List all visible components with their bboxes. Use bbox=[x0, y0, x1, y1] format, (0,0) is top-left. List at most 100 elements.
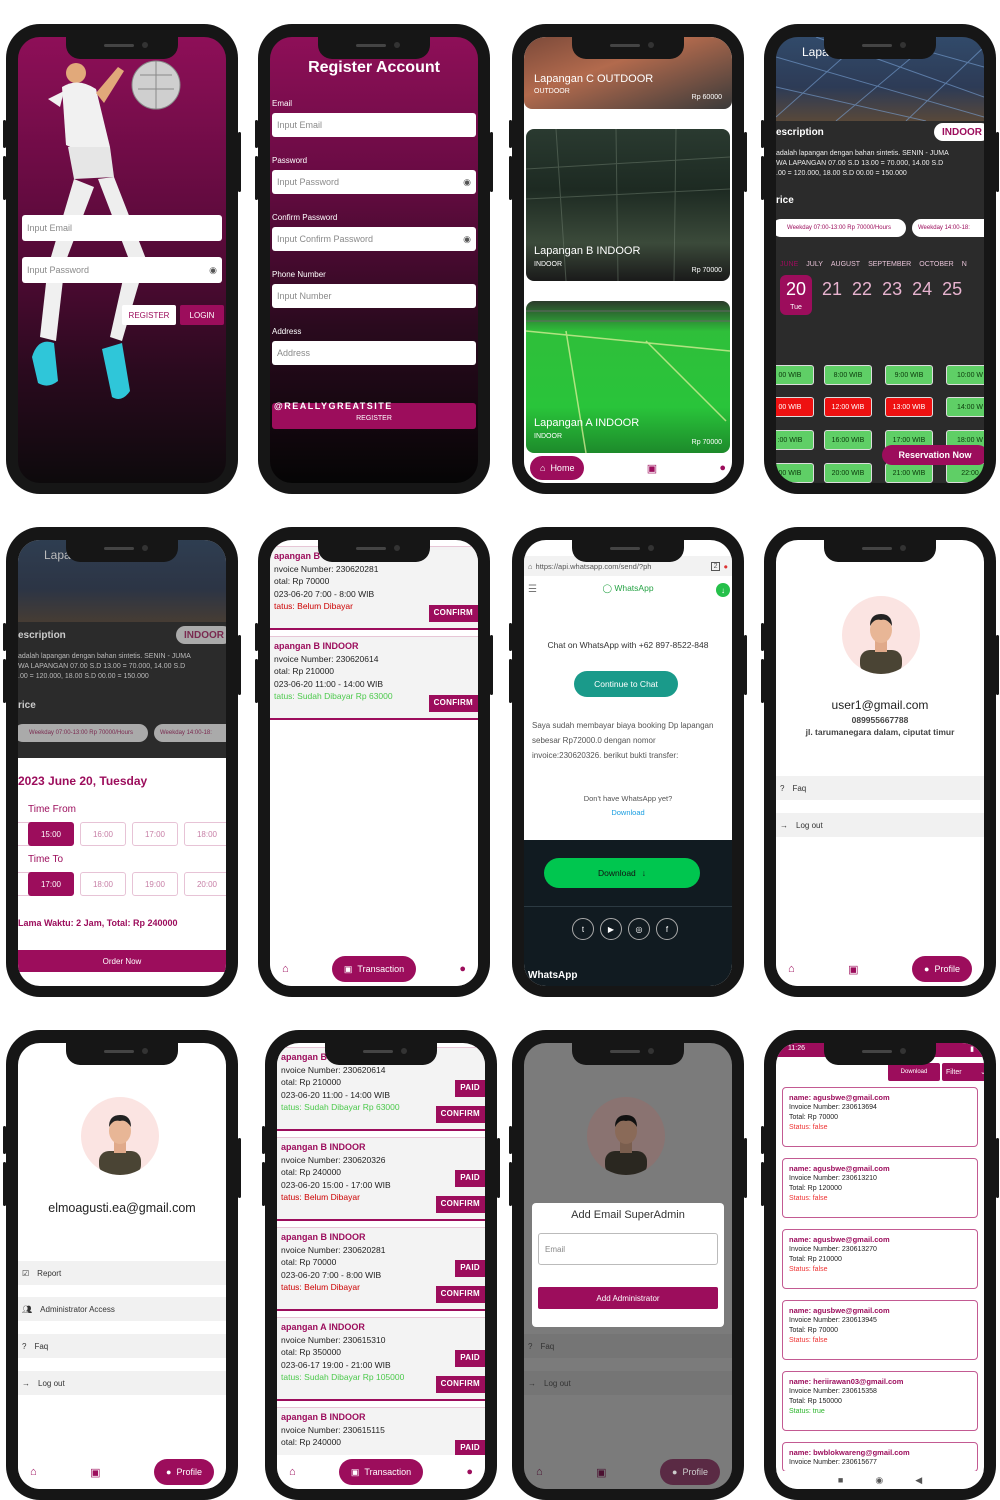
slot[interactable]: 22:00 bbox=[946, 463, 984, 483]
slot[interactable]: :00 WIB bbox=[776, 430, 814, 450]
confirm-button[interactable]: CONFIRM bbox=[435, 1286, 485, 1303]
time-option[interactable]: 19:00 bbox=[132, 872, 178, 896]
slot[interactable]: 00 WIB bbox=[776, 365, 814, 385]
nav-home[interactable]: ⌂ Home bbox=[530, 456, 585, 480]
confirm-button[interactable]: CONFIRM bbox=[435, 1196, 485, 1213]
instagram-icon[interactable]: ◎ bbox=[628, 918, 650, 940]
paid-button[interactable]: PAID bbox=[455, 1350, 485, 1367]
month-selector[interactable]: JUNE JULY AUGUST SEPTEMBER OCTOBER N bbox=[780, 261, 967, 268]
time-option[interactable]: 18:00 bbox=[184, 822, 226, 846]
month[interactable]: JULY bbox=[806, 261, 823, 268]
date[interactable]: 22 bbox=[852, 279, 872, 300]
nav-profile[interactable]: ● Profile bbox=[912, 956, 972, 982]
date[interactable]: 24 bbox=[912, 279, 932, 300]
menu-faq[interactable]: ? Faq bbox=[776, 776, 984, 800]
transaction-item[interactable]: apangan B INDOOR nvoice Number: 23062032… bbox=[277, 1137, 485, 1221]
phone-input[interactable]: Input Number bbox=[272, 284, 476, 308]
continue-to-chat-button[interactable]: Continue to Chat bbox=[574, 671, 678, 697]
slot[interactable]: 9:00 WIB bbox=[885, 365, 933, 385]
time-option-selected[interactable]: 15:00 bbox=[28, 822, 74, 846]
time-option[interactable]: 20:00 bbox=[184, 872, 226, 896]
url-field[interactable]: https://api.whatsapp.com/send/?ph bbox=[536, 562, 708, 571]
date[interactable]: 20 bbox=[780, 279, 812, 300]
order-now-button[interactable]: Order Now bbox=[18, 950, 226, 972]
download-button[interactable]: Download bbox=[888, 1063, 940, 1081]
home-icon[interactable]: ⌂ bbox=[528, 562, 533, 571]
menu-admin-access[interactable]: 👥︎ Administrator Access bbox=[18, 1297, 226, 1321]
report-card[interactable]: name: agusbwe@gmail.com Invoice Number: … bbox=[782, 1300, 978, 1360]
filter-dropdown[interactable]: Filter ⌄ bbox=[942, 1063, 984, 1081]
report-card[interactable]: name: bwblokwareng@gmail.com Invoice Num… bbox=[782, 1442, 978, 1472]
slot[interactable]: 21:00 WIB bbox=[885, 463, 933, 483]
field-card[interactable]: Lapangan A INDOOR INDOOR Rp 70000 bbox=[526, 301, 730, 453]
confirm-password-input[interactable]: Input Confirm Password ◉ bbox=[272, 227, 476, 251]
email-input[interactable]: Input Email bbox=[22, 215, 222, 241]
youtube-icon[interactable]: ▶ bbox=[600, 918, 622, 940]
eye-off-icon[interactable]: ◉ bbox=[209, 265, 217, 276]
date[interactable]: 23 bbox=[882, 279, 902, 300]
date[interactable]: 21 bbox=[822, 279, 842, 300]
paid-button[interactable]: PAID bbox=[455, 1170, 485, 1187]
back-icon[interactable]: ◀ bbox=[915, 1475, 922, 1486]
transaction-icon[interactable]: ▣ bbox=[90, 1466, 100, 1479]
time-option[interactable]: 16:00 bbox=[80, 822, 126, 846]
transaction-icon[interactable]: ▣ bbox=[848, 963, 858, 976]
more-icon[interactable]: ● bbox=[723, 562, 728, 571]
date[interactable]: 25 bbox=[942, 279, 962, 300]
address-input[interactable]: Address bbox=[272, 341, 476, 365]
home-icon[interactable]: ⌂ bbox=[30, 1466, 37, 1478]
profile-icon[interactable]: ● bbox=[459, 963, 466, 975]
profile-icon[interactable]: ● bbox=[719, 462, 726, 474]
confirm-button[interactable]: CONFIRM bbox=[435, 1106, 485, 1123]
recents-icon[interactable]: ■ bbox=[838, 1475, 843, 1485]
report-card[interactable]: name: agusbwe@gmail.com Invoice Number: … bbox=[782, 1229, 978, 1289]
download-link[interactable]: Download bbox=[524, 808, 732, 817]
paid-button[interactable]: PAID bbox=[455, 1080, 485, 1097]
download-icon[interactable]: ↓ bbox=[716, 583, 730, 597]
tabs-count[interactable]: 2 bbox=[710, 561, 721, 571]
confirm-button[interactable]: CONFIRM bbox=[428, 695, 478, 712]
confirm-button[interactable]: CONFIRM bbox=[435, 1376, 485, 1393]
paid-button[interactable]: PAID bbox=[455, 1260, 485, 1277]
report-card[interactable]: name: agusbwe@gmail.com Invoice Number: … bbox=[782, 1158, 978, 1218]
twitter-icon[interactable]: t bbox=[572, 918, 594, 940]
home-icon[interactable]: ⌂ bbox=[282, 963, 289, 975]
slot[interactable]: 16:00 WIB bbox=[824, 430, 872, 450]
slot[interactable]: 20:00 WIB bbox=[824, 463, 872, 483]
transaction-item[interactable]: apangan B INDOOR nvoice Number: 23062028… bbox=[277, 1227, 485, 1311]
register-button[interactable]: REGISTER bbox=[122, 305, 176, 325]
password-input[interactable]: Input Password ◉ bbox=[272, 170, 476, 194]
time-option[interactable]: 18:00 bbox=[80, 872, 126, 896]
profile-icon[interactable]: ● bbox=[466, 1466, 473, 1478]
slot[interactable]: 8:00 WIB bbox=[824, 365, 872, 385]
report-card[interactable]: name: heriirawan03@gmail.com Invoice Num… bbox=[782, 1371, 978, 1431]
month[interactable]: AUGUST bbox=[831, 261, 860, 268]
confirm-button[interactable]: CONFIRM bbox=[428, 605, 478, 622]
report-card[interactable]: name: agusbwe@gmail.com Invoice Number: … bbox=[782, 1087, 978, 1147]
email-input[interactable]: Email bbox=[538, 1233, 718, 1265]
home-icon[interactable]: ⌂ bbox=[289, 1466, 296, 1478]
slot[interactable]: 00 WIB bbox=[776, 463, 814, 483]
download-button[interactable]: Download ↓ bbox=[544, 858, 700, 888]
month[interactable]: OCTOBER bbox=[919, 261, 954, 268]
transaction-item[interactable]: apangan B INDOOR nvoice Number: 23062061… bbox=[270, 636, 478, 720]
nav-transaction[interactable]: ▣ Transaction bbox=[331, 956, 417, 982]
home-circle-icon[interactable]: ◉ bbox=[875, 1475, 883, 1486]
date-selector[interactable]: 20 21 22 23 24 25 bbox=[780, 279, 962, 300]
eye-off-icon[interactable]: ◉ bbox=[463, 177, 471, 188]
month[interactable]: N bbox=[962, 261, 967, 268]
time-option-selected[interactable]: 17:00 bbox=[28, 872, 74, 896]
nav-profile[interactable]: ● Profile bbox=[154, 1459, 214, 1485]
home-icon[interactable]: ⌂ bbox=[788, 963, 795, 975]
field-card[interactable]: Lapangan B INDOOR INDOOR Rp 70000 bbox=[526, 129, 730, 281]
menu-logout[interactable]: → Log out bbox=[18, 1371, 226, 1395]
transaction-item[interactable]: apangan A INDOOR nvoice Number: 23061531… bbox=[277, 1317, 485, 1401]
reservation-button[interactable]: Reservation Now bbox=[882, 445, 984, 465]
facebook-icon[interactable]: f bbox=[656, 918, 678, 940]
menu-faq[interactable]: ? Faq bbox=[18, 1334, 226, 1358]
menu-report[interactable]: ☑ Report bbox=[18, 1261, 226, 1285]
slot[interactable]: 14:00 W bbox=[946, 397, 984, 417]
menu-logout[interactable]: → Log out bbox=[776, 813, 984, 837]
slot[interactable]: 10:00 W bbox=[946, 365, 984, 385]
password-input[interactable]: Input Password ◉ bbox=[22, 257, 222, 283]
